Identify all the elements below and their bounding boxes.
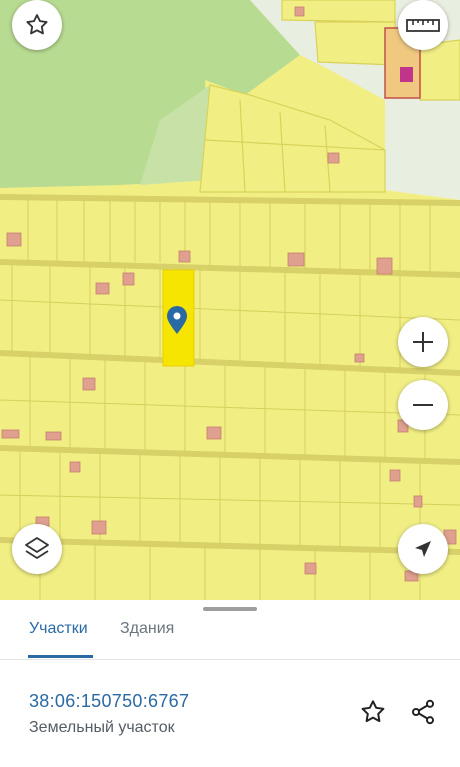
minus-icon: [410, 392, 436, 418]
tab-parcels[interactable]: Участки: [29, 620, 88, 638]
plus-icon: [410, 329, 436, 355]
map-view[interactable]: [0, 0, 460, 600]
favorite-map-button[interactable]: [12, 0, 62, 50]
active-tab-indicator: [28, 655, 93, 658]
share-icon: [409, 698, 437, 731]
star-icon: [24, 12, 50, 38]
layers-button[interactable]: [12, 524, 62, 574]
parcel-type: Земельный участок: [29, 719, 175, 736]
navigation-arrow-icon: [412, 538, 434, 560]
zoom-out-button[interactable]: [398, 380, 448, 430]
my-location-button[interactable]: [398, 524, 448, 574]
map-canvas[interactable]: [0, 0, 460, 600]
building-special: [400, 67, 413, 82]
zoom-in-button[interactable]: [398, 317, 448, 367]
cadastral-number[interactable]: 38:06:150750:6767: [29, 691, 189, 712]
layers-icon: [23, 535, 51, 563]
ruler-icon: [406, 15, 440, 35]
divider: [0, 659, 460, 660]
ruler-button[interactable]: [398, 0, 448, 50]
star-outline-icon: [359, 698, 387, 731]
share-button[interactable]: [406, 697, 440, 731]
add-to-favorites-button[interactable]: [356, 697, 390, 731]
tab-buildings[interactable]: Здания: [120, 620, 174, 638]
sheet-drag-handle[interactable]: [203, 607, 257, 611]
